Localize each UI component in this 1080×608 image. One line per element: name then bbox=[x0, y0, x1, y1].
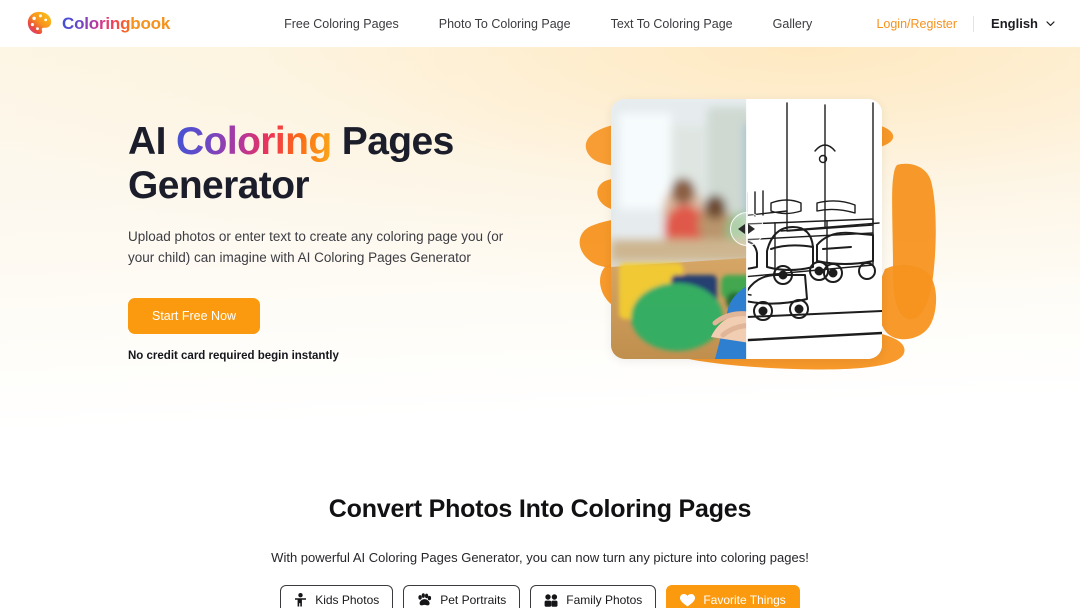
people-icon bbox=[544, 593, 558, 607]
chevron-down-icon bbox=[1046, 21, 1055, 26]
chip-label: Favorite Things bbox=[703, 593, 786, 607]
nav-item-free-coloring-pages[interactable]: Free Coloring Pages bbox=[272, 11, 419, 37]
chip-label: Pet Portraits bbox=[440, 593, 507, 607]
comparison-slider-handle[interactable] bbox=[729, 212, 764, 246]
logo-text: Coloringbook bbox=[62, 14, 170, 34]
category-chip-group: Kids Photos Pet Portraits Family Photos bbox=[0, 585, 1080, 608]
hero-heading-gradient-word: Coloring bbox=[176, 120, 332, 163]
hero-subtitle: Upload photos or enter text to create an… bbox=[128, 229, 504, 265]
language-label: English bbox=[991, 16, 1038, 31]
convert-section: Convert Photos Into Coloring Pages With … bbox=[0, 447, 1080, 608]
main-navigation: Free Coloring Pages Photo To Coloring Pa… bbox=[272, 11, 832, 37]
chip-label: Family Photos bbox=[566, 593, 643, 607]
hero-copy: AI Coloring Pages Generator Upload photo… bbox=[128, 120, 528, 362]
paw-icon bbox=[418, 593, 432, 606]
chip-favorite-things[interactable]: Favorite Things bbox=[666, 585, 800, 608]
heart-icon bbox=[680, 593, 696, 606]
comparison-before-photo bbox=[611, 99, 747, 359]
login-register-link[interactable]: Login/Register bbox=[876, 17, 973, 31]
hero-heading-part1: AI bbox=[128, 120, 177, 163]
comparison-after-lineart bbox=[746, 99, 882, 359]
hero-heading: AI Coloring Pages Generator bbox=[128, 120, 528, 208]
chip-kids-photos[interactable]: Kids Photos bbox=[280, 585, 394, 608]
hero-note: No credit card required begin instantly bbox=[128, 350, 339, 362]
nav-item-gallery[interactable]: Gallery bbox=[753, 11, 833, 37]
arrow-left-icon bbox=[738, 224, 745, 234]
logo-text-coloring: Coloring bbox=[62, 13, 131, 33]
chip-pet-portraits[interactable]: Pet Portraits bbox=[403, 585, 521, 608]
language-selector[interactable]: English bbox=[974, 16, 1056, 31]
convert-title: Convert Photos Into Coloring Pages bbox=[328, 495, 752, 523]
before-after-comparison-slider[interactable] bbox=[611, 99, 882, 359]
header-actions: Login/Register English bbox=[876, 15, 1056, 32]
chip-family-photos[interactable]: Family Photos bbox=[530, 585, 657, 608]
nav-item-text-to-coloring-page[interactable]: Text To Coloring Page bbox=[591, 11, 753, 37]
site-header: Coloringbook Free Coloring Pages Photo T… bbox=[0, 0, 1080, 47]
palette-icon bbox=[27, 11, 52, 35]
nav-item-photo-to-coloring-page[interactable]: Photo To Coloring Page bbox=[419, 11, 591, 37]
logo[interactable]: Coloringbook bbox=[26, 10, 170, 37]
hero-section: AI Coloring Pages Generator Upload photo… bbox=[0, 47, 1080, 447]
chip-label: Kids Photos bbox=[315, 593, 380, 607]
hero-visual bbox=[545, 69, 975, 379]
logo-text-book: book bbox=[130, 13, 171, 33]
start-free-now-button[interactable]: Start Free Now bbox=[128, 298, 261, 334]
convert-subtitle: With powerful AI Coloring Pages Generato… bbox=[271, 550, 809, 565]
arrow-right-icon bbox=[748, 224, 755, 234]
child-icon bbox=[295, 593, 307, 607]
